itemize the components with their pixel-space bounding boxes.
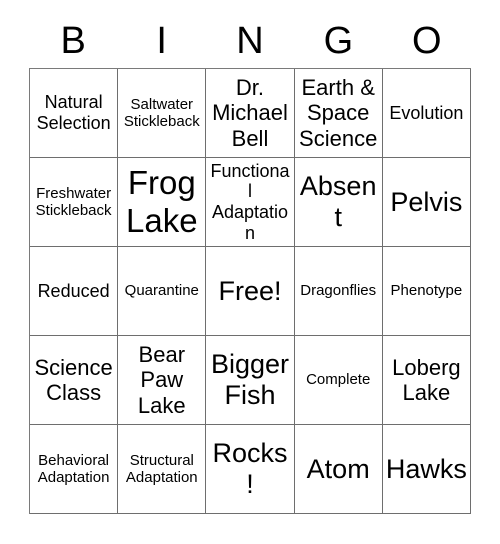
bingo-cell-label: Dr. Michael Bell (212, 75, 288, 151)
bingo-cell-i1[interactable]: Saltwater Stickleback (118, 69, 207, 158)
bingo-cell-o3[interactable]: Phenotype (382, 247, 471, 336)
bingo-cell-label: Behavioral Adaptation (37, 451, 110, 486)
bingo-cell-o5[interactable]: Hawks (382, 425, 471, 514)
bingo-cell-o2[interactable]: Pelvis (382, 158, 471, 247)
bingo-cell-label: Loberg Lake (392, 354, 461, 405)
bingo-cell-b2[interactable]: Freshwater Stickleback (30, 158, 119, 247)
bingo-header-letter-o: O (412, 20, 442, 62)
bingo-cell-n2[interactable]: Functional Adaptation (206, 158, 295, 247)
bingo-cell-label: Dragonflies (300, 282, 377, 300)
bingo-cell-label: Complete (306, 371, 371, 389)
bingo-cell-label: Quarantine (124, 282, 199, 300)
bingo-header-letter-b: B (60, 20, 86, 62)
bingo-cell-label: Pelvis (390, 186, 463, 217)
bingo-header-letter-i: I (156, 20, 167, 62)
bingo-free-space-label: Free! (218, 275, 282, 306)
bingo-cell-label: Natural Selection (36, 92, 111, 133)
bingo-cell-g3[interactable]: Dragonflies (294, 247, 383, 336)
bingo-cell-n5[interactable]: Rocks! (206, 425, 295, 514)
bingo-cell-label: Phenotype (390, 282, 463, 300)
bingo-cell-label: Functional Adaptation (210, 160, 290, 243)
bingo-cell-label: Bear Paw Lake (137, 342, 186, 418)
bingo-cell-label: Absent (299, 171, 377, 232)
bingo-cell-b5[interactable]: Behavioral Adaptation (30, 425, 119, 514)
bingo-cell-label: Reduced (37, 280, 110, 301)
bingo-cell-label: Evolution (389, 102, 464, 123)
bingo-cell-label: Bigger Fish (210, 349, 290, 410)
bingo-cell-i2[interactable]: Frog Lake (118, 158, 207, 247)
bingo-cell-free-space[interactable]: Free! (206, 247, 295, 336)
bingo-cell-n4[interactable]: Bigger Fish (206, 336, 295, 425)
bingo-cell-o1[interactable]: Evolution (382, 69, 471, 158)
bingo-cell-label: Saltwater Stickleback (123, 95, 200, 130)
bingo-cell-i4[interactable]: Bear Paw Lake (118, 336, 207, 425)
bingo-cell-label: Freshwater Stickleback (35, 184, 112, 219)
bingo-cell-label: Hawks (385, 453, 467, 484)
bingo-cell-i3[interactable]: Quarantine (118, 247, 207, 336)
bingo-cell-o4[interactable]: Loberg Lake (382, 336, 471, 425)
bingo-cell-label: Rocks! (212, 438, 288, 499)
bingo-header-letter-n: N (236, 20, 264, 62)
bingo-header-letter-g: G (323, 20, 354, 62)
bingo-cell-b3[interactable]: Reduced (30, 247, 119, 336)
bingo-cell-label: Science Class (34, 354, 113, 405)
bingo-cell-g5[interactable]: Atom (294, 425, 383, 514)
bingo-cell-b4[interactable]: Science Class (30, 336, 119, 425)
bingo-cell-label: Earth & Space Science (299, 75, 378, 151)
bingo-cell-g1[interactable]: Earth & Space Science (294, 69, 383, 158)
bingo-cell-g4[interactable]: Complete (294, 336, 383, 425)
bingo-cell-i5[interactable]: Structural Adaptation (118, 425, 207, 514)
bingo-cell-n1[interactable]: Dr. Michael Bell (206, 69, 295, 158)
bingo-cell-g2[interactable]: Absent (294, 158, 383, 247)
bingo-header: B I N G O (29, 14, 471, 68)
bingo-card: B I N G O Natural Selection Saltwater St… (0, 0, 500, 544)
bingo-cell-b1[interactable]: Natural Selection (30, 69, 119, 158)
bingo-grid: Natural Selection Saltwater Stickleback … (29, 68, 471, 514)
bingo-cell-label: Atom (306, 453, 370, 484)
bingo-cell-label: Frog Lake (126, 164, 198, 239)
bingo-cell-label: Structural Adaptation (125, 451, 198, 486)
